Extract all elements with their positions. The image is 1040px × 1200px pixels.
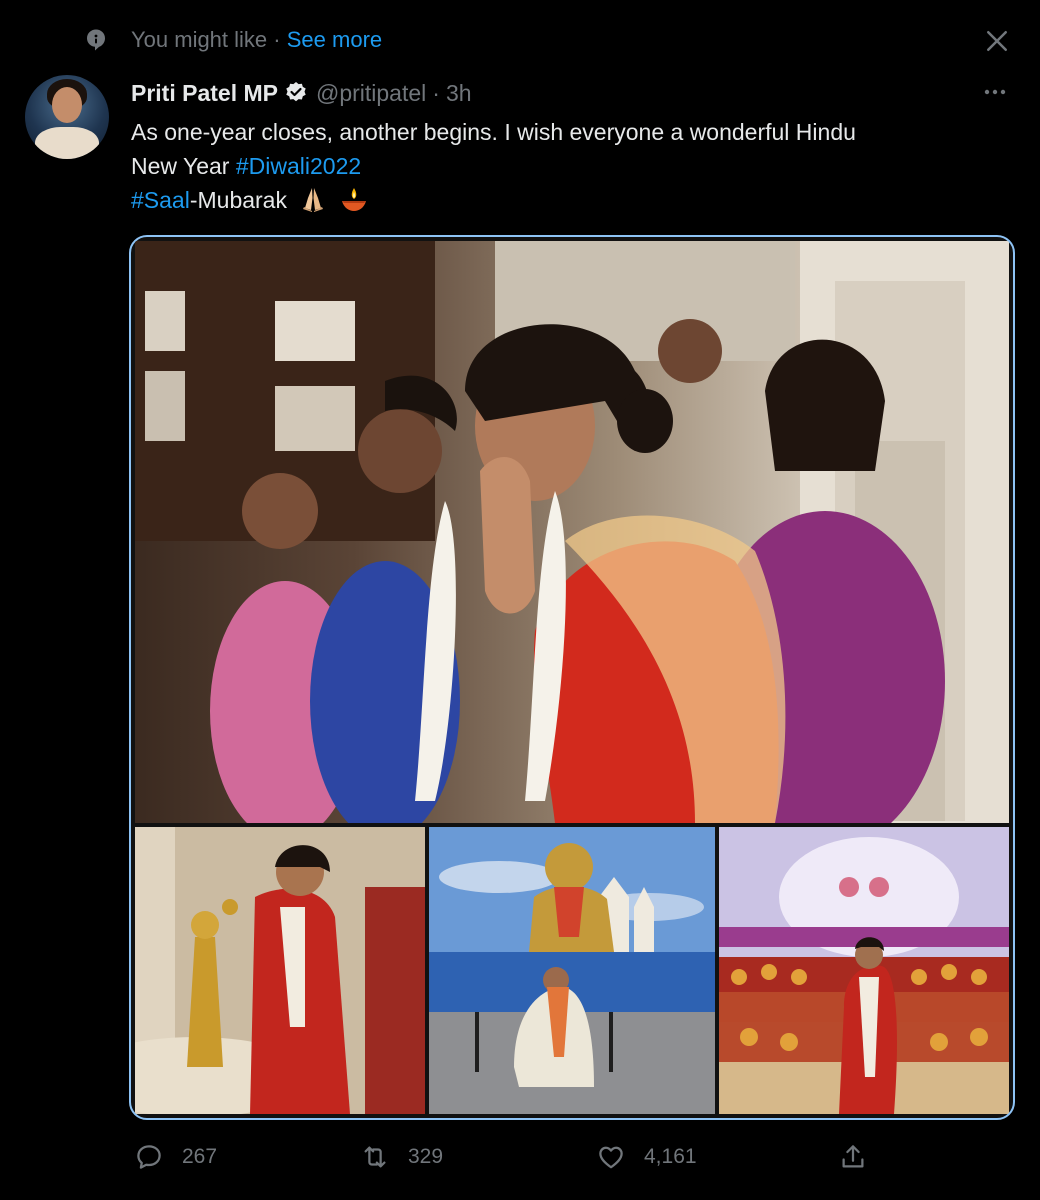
reply-button[interactable]: 267	[134, 1142, 217, 1172]
tweet-text-line-3: #Saal-Mubarak	[131, 183, 1011, 217]
like-count: 4,161	[644, 1145, 697, 1168]
photo-ritual-statue[interactable]	[135, 827, 425, 1114]
diya-lamp-emoji-icon	[341, 188, 366, 211]
author-handle[interactable]: @pritipatel	[316, 80, 426, 107]
reply-count: 267	[182, 1145, 218, 1168]
retweet-button[interactable]: 329	[360, 1142, 443, 1172]
topic-icon	[87, 29, 105, 51]
tweet-text-line-2: New Year #Diwali2022	[131, 149, 1011, 183]
avatar[interactable]	[25, 75, 109, 159]
context-label: You might like	[131, 27, 268, 52]
author-name[interactable]: Priti Patel MP	[131, 80, 278, 107]
tweet-time[interactable]: 3h	[446, 80, 472, 107]
like-icon	[599, 1146, 623, 1169]
tweet-actions: 267 329 4,161	[0, 1130, 1040, 1190]
hashtag-diwali2022[interactable]: #Diwali2022	[236, 153, 361, 179]
close-icon[interactable]	[982, 26, 1012, 56]
share-button[interactable]	[838, 1142, 886, 1172]
tweet-text: As one-year closes, another begins. I wi…	[131, 115, 1011, 217]
verified-badge-icon	[286, 82, 306, 102]
tweet-text-line-1: As one-year closes, another begins. I wi…	[131, 119, 856, 145]
retweet-count: 329	[408, 1145, 444, 1168]
reply-icon	[137, 1145, 161, 1169]
context-text: You might like · See more	[131, 27, 382, 53]
photo-memorial-statue-illustration	[429, 827, 715, 1114]
photo-memorial-statue[interactable]	[429, 827, 715, 1114]
photo-temple-prayer-illustration	[135, 241, 1009, 823]
hashtag-saal[interactable]: #Saal	[131, 187, 190, 213]
author-separator: ·	[432, 79, 440, 106]
tweet-text-suffix: -Mubarak	[189, 187, 287, 213]
share-icon	[842, 1145, 864, 1168]
context-row: You might like · See more	[0, 0, 1040, 80]
context-separator: ·	[273, 27, 281, 52]
photo-ritual-statue-illustration	[135, 827, 425, 1114]
photo-annakut-offering[interactable]	[719, 827, 1009, 1114]
tweet-text-prefix: New Year	[131, 153, 236, 179]
folded-hands-emoji-icon	[303, 188, 324, 212]
author-row: Priti Patel MP @pritipatel · 3h	[131, 77, 472, 109]
more-icon[interactable]	[980, 80, 1010, 104]
see-more-link[interactable]: See more	[287, 27, 382, 52]
retweet-icon	[364, 1146, 386, 1168]
like-button[interactable]: 4,161	[596, 1142, 697, 1172]
photo-annakut-offering-illustration	[719, 827, 1009, 1114]
photo-temple-prayer[interactable]	[135, 241, 1009, 823]
media-grid	[129, 235, 1015, 1120]
